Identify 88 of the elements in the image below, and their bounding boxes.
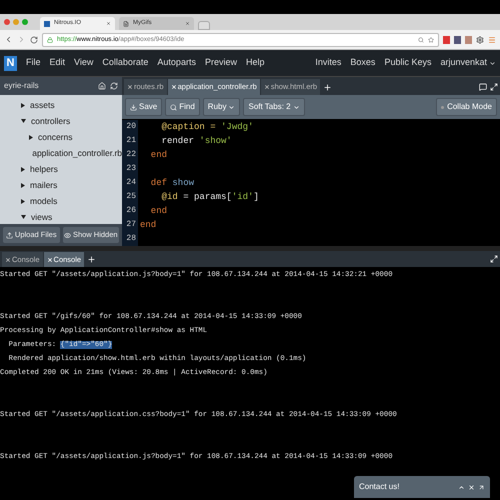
- code-line: end: [150, 149, 168, 162]
- nav-link[interactable]: Public Keys: [384, 56, 432, 70]
- eye-icon: [64, 232, 71, 238]
- file-tree-label: models: [30, 194, 58, 208]
- caret-down-icon: [21, 119, 26, 123]
- line-number: 21: [122, 134, 138, 148]
- add-tab-icon[interactable]: [87, 255, 96, 264]
- close-icon[interactable]: [127, 84, 133, 90]
- menu-icon[interactable]: [488, 36, 496, 44]
- add-tab-icon[interactable]: [323, 83, 332, 92]
- chat-icon[interactable]: [479, 83, 487, 91]
- caret-down-icon: [292, 104, 300, 110]
- menu-item[interactable]: Help: [246, 56, 264, 70]
- code-line: end: [139, 219, 156, 232]
- back-icon[interactable]: [4, 35, 13, 44]
- file-tree-label: helpers: [30, 162, 58, 176]
- file-tree-item[interactable]: controllers: [20, 113, 122, 129]
- close-icon[interactable]: [264, 84, 270, 90]
- file-tree-item[interactable]: concerns: [28, 129, 122, 145]
- line-number: 22: [122, 148, 138, 162]
- search-icon: [170, 104, 178, 110]
- nav-link[interactable]: Boxes: [350, 56, 376, 70]
- menu-item[interactable]: Autoparts: [157, 56, 196, 70]
- menu-item[interactable]: File: [26, 56, 41, 70]
- menu-item[interactable]: Preview: [204, 56, 237, 70]
- file-tree-label: mailers: [30, 178, 58, 192]
- code-line: @caption = 'Jwdg': [160, 121, 254, 134]
- file-tree-item[interactable]: views: [20, 209, 122, 224]
- caret-right-icon: [21, 166, 25, 172]
- file-tree-label: controllers: [31, 114, 70, 128]
- file-tree-item[interactable]: application_controller.rb: [28, 145, 122, 161]
- file-tree-label: assets: [30, 98, 55, 112]
- line-number: 25: [122, 190, 138, 204]
- nav-link[interactable]: Invites: [315, 56, 342, 70]
- reload-icon[interactable]: [30, 36, 38, 44]
- caret-down-icon: [489, 60, 496, 66]
- menu-item[interactable]: Edit: [50, 56, 66, 70]
- logo-icon: [44, 20, 50, 26]
- caret-right-icon: [29, 134, 33, 140]
- home-icon[interactable]: [98, 82, 106, 90]
- file-tree-label: application_controller.rb: [32, 146, 122, 160]
- line-number: 28: [122, 232, 138, 246]
- toolbar-button[interactable]: Save: [125, 98, 162, 116]
- upload-icon: [6, 232, 13, 238]
- file-tree-item[interactable]: models: [20, 193, 122, 209]
- soft-tabs-dropdown[interactable]: Soft Tabs: 2: [243, 98, 305, 116]
- caret-down-icon: [228, 104, 236, 110]
- file-tree-label: concerns: [38, 130, 72, 144]
- menu-item[interactable]: Collaborate: [102, 56, 148, 70]
- line-number: 23: [122, 162, 138, 176]
- settings-icon[interactable]: [476, 36, 484, 44]
- maximize-icon[interactable]: [490, 83, 498, 91]
- caret-right-icon: [21, 102, 25, 108]
- line-number: 24: [122, 176, 138, 190]
- contact-widget[interactable]: Contact us!: [354, 476, 490, 498]
- download-icon: [130, 104, 137, 110]
- file-tree-item[interactable]: assets: [20, 97, 122, 113]
- project-title: eyrie-rails: [4, 80, 40, 92]
- contact-title: Contact us!: [359, 481, 400, 493]
- star-icon[interactable]: [428, 36, 434, 42]
- caret-down-icon: [21, 215, 26, 219]
- caret-right-icon: [21, 198, 25, 204]
- collab-mode-button[interactable]: Collab Mode: [436, 98, 497, 116]
- app-logo[interactable]: N: [4, 56, 17, 70]
- user-menu[interactable]: arjunvenkat: [440, 56, 496, 70]
- close-icon[interactable]: [5, 256, 11, 262]
- collapse-icon[interactable]: [458, 484, 465, 490]
- code-line: @id = params['id']: [160, 191, 259, 204]
- page-icon: [123, 20, 129, 26]
- close-window-icon[interactable]: [4, 19, 10, 25]
- lock-icon: [47, 36, 53, 42]
- search-icon: [418, 36, 424, 42]
- line-number: 20: [122, 120, 138, 134]
- line-number: 26: [122, 204, 138, 218]
- file-tree-label: views: [31, 210, 52, 224]
- code-line: render 'show': [160, 135, 232, 148]
- menu-item[interactable]: View: [74, 56, 94, 70]
- file-tree-item[interactable]: mailers: [20, 177, 122, 193]
- refresh-icon[interactable]: [110, 82, 118, 90]
- code-line: def show: [150, 177, 194, 190]
- language-dropdown[interactable]: Ruby: [202, 98, 240, 116]
- line-number: 27: [122, 218, 138, 232]
- caret-right-icon: [21, 182, 25, 188]
- code-line: end: [150, 205, 168, 218]
- maximize-icon[interactable]: [490, 255, 498, 263]
- file-tree-item[interactable]: helpers: [20, 161, 122, 177]
- popout-icon[interactable]: [478, 484, 485, 490]
- toolbar-button[interactable]: Find: [165, 98, 200, 116]
